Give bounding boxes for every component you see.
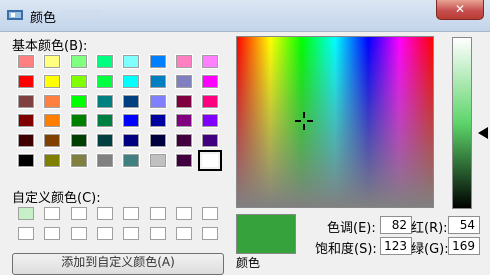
basic-color-swatch[interactable]	[122, 113, 141, 129]
basic-color-swatch[interactable]	[148, 133, 167, 149]
basic-colors-label: 基本颜色(B):	[12, 39, 88, 54]
basic-color-swatch[interactable]	[148, 73, 167, 89]
basic-color-swatch[interactable]	[201, 54, 220, 69]
custom-color-swatch[interactable]	[44, 207, 61, 220]
green-label: 绿(G):	[411, 242, 449, 257]
basic-color-swatch[interactable]	[17, 133, 35, 149]
color-spectrum[interactable]	[236, 36, 434, 208]
custom-color-swatch[interactable]	[96, 227, 113, 240]
basic-color-swatch[interactable]	[174, 113, 193, 129]
custom-colors-label: 自定义颜色(C):	[12, 191, 101, 206]
custom-color-swatch[interactable]	[149, 227, 166, 240]
luminosity-slider[interactable]	[452, 37, 472, 209]
luminosity-arrow-icon[interactable]	[478, 127, 488, 139]
custom-color-swatch[interactable]	[149, 207, 166, 220]
basic-color-swatch[interactable]	[174, 153, 193, 168]
basic-color-swatch[interactable]	[95, 73, 114, 89]
color-preview	[236, 214, 296, 254]
add-to-custom-colors-button[interactable]: 添加到自定义颜色(A)	[12, 253, 224, 275]
basic-color-swatch[interactable]	[95, 54, 114, 69]
basic-color-swatch[interactable]	[69, 73, 88, 89]
saturation-input[interactable]: 123	[380, 237, 412, 255]
basic-color-swatch[interactable]	[174, 54, 193, 69]
basic-color-swatch[interactable]	[148, 113, 167, 129]
custom-color-swatch[interactable]	[70, 227, 87, 240]
basic-color-swatch[interactable]	[201, 113, 220, 129]
basic-color-swatch[interactable]	[69, 153, 88, 168]
custom-color-swatch[interactable]	[123, 227, 140, 240]
basic-color-swatch[interactable]	[122, 153, 141, 168]
basic-color-swatch[interactable]	[43, 113, 62, 129]
custom-color-swatch[interactable]	[44, 227, 61, 240]
basic-color-swatch[interactable]	[17, 113, 35, 129]
window-title: 颜色	[30, 11, 57, 26]
basic-color-swatch[interactable]	[17, 73, 35, 89]
basic-color-swatch[interactable]	[43, 133, 62, 149]
basic-color-swatch[interactable]	[17, 93, 35, 109]
basic-color-swatch[interactable]	[95, 113, 114, 129]
basic-color-swatch[interactable]	[69, 133, 88, 149]
basic-color-swatch[interactable]	[43, 153, 62, 168]
basic-color-swatch[interactable]	[122, 54, 141, 69]
custom-color-swatch[interactable]	[70, 207, 87, 220]
basic-color-swatch[interactable]	[174, 133, 193, 149]
crosshair-icon[interactable]	[294, 111, 314, 131]
custom-color-swatch[interactable]	[96, 207, 113, 220]
custom-color-swatch[interactable]	[202, 207, 219, 220]
basic-color-swatch[interactable]	[122, 133, 141, 149]
basic-color-swatch[interactable]	[95, 133, 114, 149]
title-bar: 颜色 ✕	[0, 0, 490, 32]
basic-color-swatch[interactable]	[69, 54, 88, 69]
title-blurred-text	[62, 10, 102, 20]
custom-color-swatch[interactable]	[18, 207, 34, 220]
hue-input[interactable]: 82	[380, 216, 412, 234]
close-button[interactable]: ✕	[436, 0, 484, 20]
basic-color-swatch[interactable]	[148, 93, 167, 109]
basic-color-swatch[interactable]	[148, 54, 167, 69]
basic-color-swatch[interactable]	[122, 93, 141, 109]
custom-color-swatch[interactable]	[18, 227, 34, 240]
basic-color-swatch[interactable]	[95, 93, 114, 109]
basic-color-swatch[interactable]	[174, 73, 193, 89]
color-solid-label: 颜色	[236, 256, 261, 270]
basic-color-swatch[interactable]	[43, 73, 62, 89]
green-input[interactable]: 169	[448, 237, 480, 255]
basic-color-swatch[interactable]	[122, 73, 141, 89]
custom-color-swatch[interactable]	[123, 207, 140, 220]
basic-color-swatch[interactable]	[43, 54, 62, 69]
red-input[interactable]: 54	[448, 216, 480, 234]
custom-color-swatch[interactable]	[202, 227, 219, 240]
basic-color-swatch[interactable]	[69, 93, 88, 109]
saturation-label: 饱和度(S):	[315, 242, 377, 257]
basic-color-swatch[interactable]	[148, 153, 167, 168]
basic-color-swatch[interactable]	[95, 153, 114, 168]
basic-color-swatch[interactable]	[69, 113, 88, 129]
custom-color-swatch[interactable]	[175, 207, 192, 220]
basic-color-swatch[interactable]	[17, 54, 35, 69]
basic-color-swatch[interactable]	[198, 150, 223, 171]
basic-color-swatch[interactable]	[43, 93, 62, 109]
basic-color-swatch[interactable]	[201, 93, 220, 109]
basic-color-swatch[interactable]	[201, 133, 220, 149]
basic-color-swatch[interactable]	[174, 93, 193, 109]
basic-color-swatch[interactable]	[201, 73, 220, 89]
custom-color-swatch[interactable]	[175, 227, 192, 240]
hue-label: 色调(E):	[327, 221, 376, 236]
color-app-icon	[7, 10, 23, 20]
red-label: 红(R):	[411, 221, 448, 236]
basic-color-swatch[interactable]	[17, 153, 35, 168]
